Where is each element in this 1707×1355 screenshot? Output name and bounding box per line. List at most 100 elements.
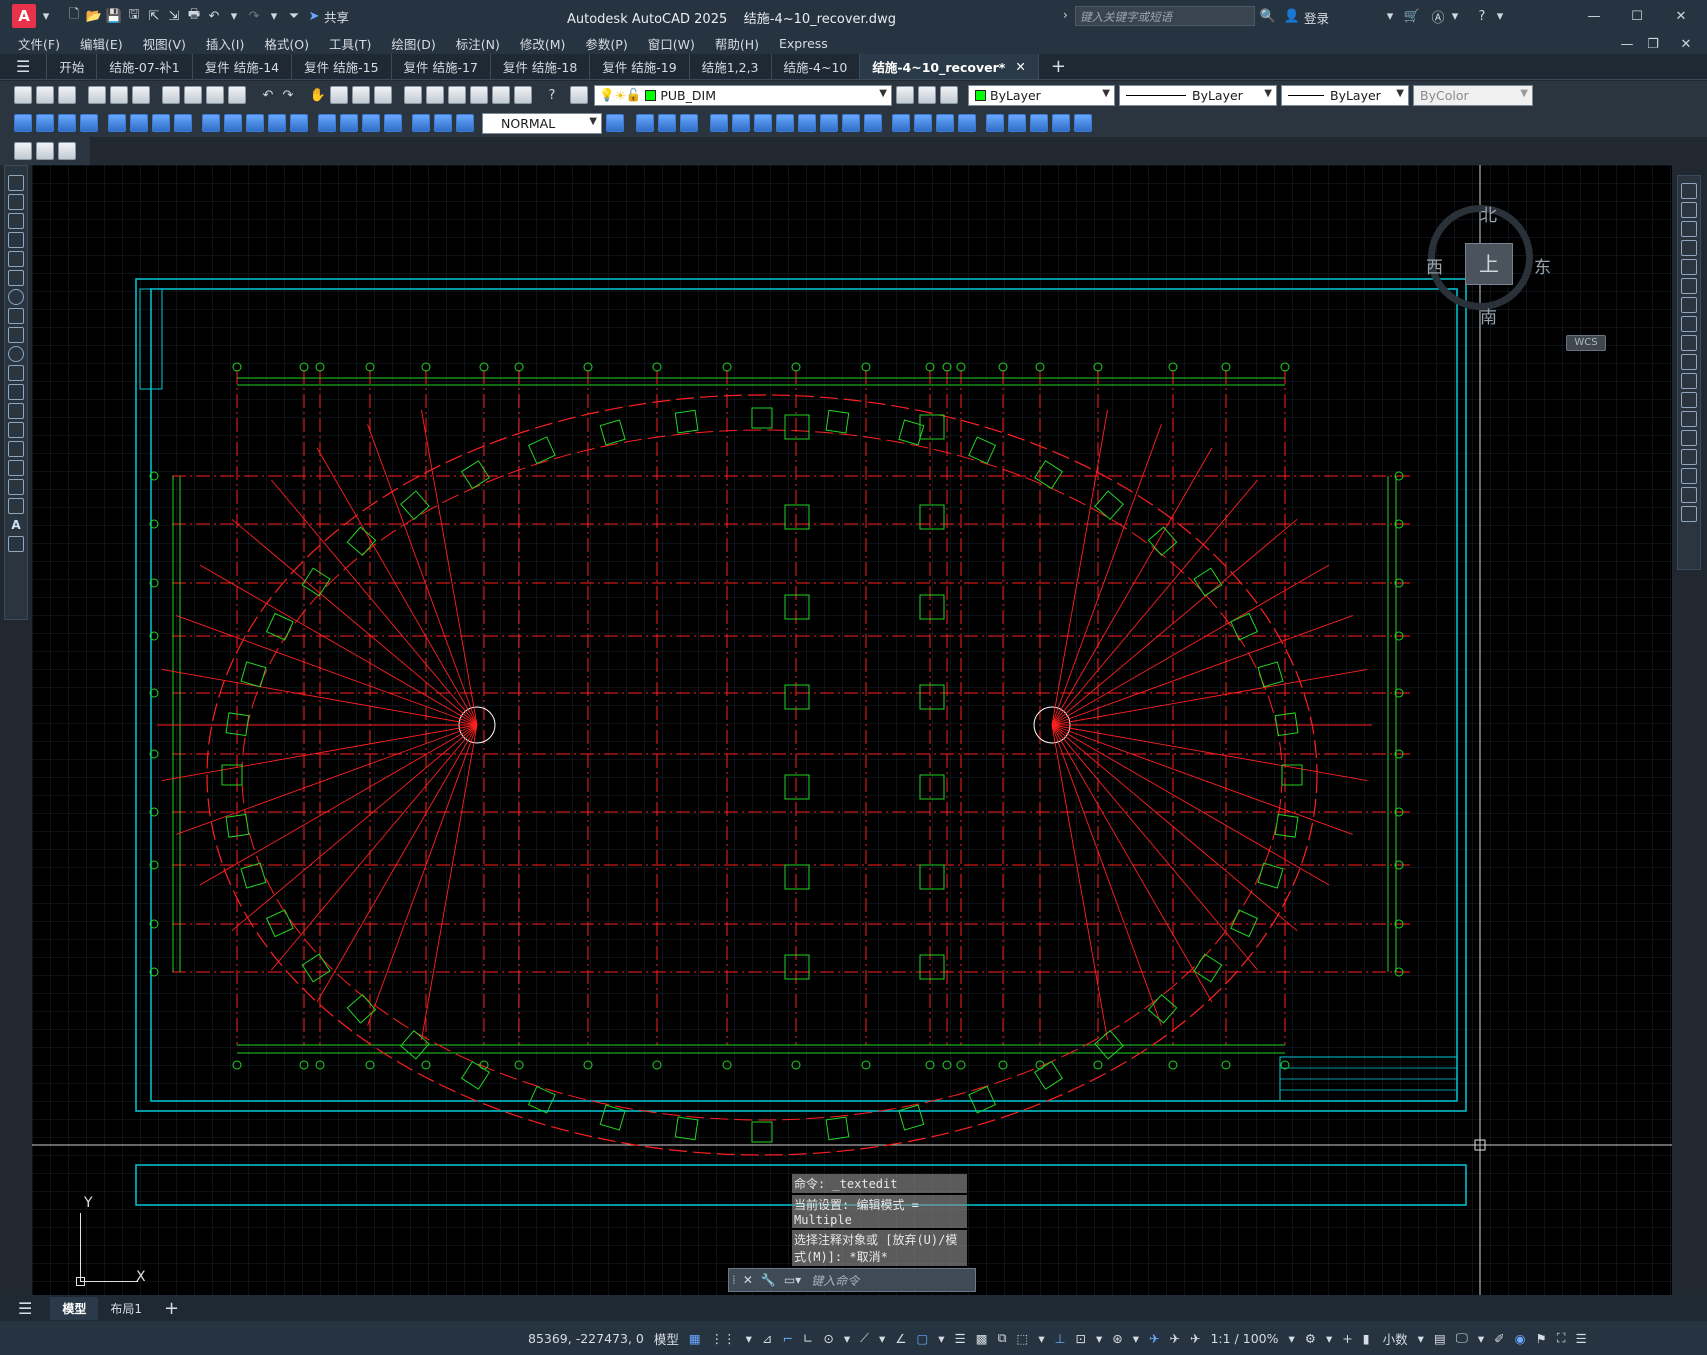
web-open-icon[interactable]: ⇱ (144, 6, 164, 26)
customize-icon[interactable]: ⏷ (284, 6, 304, 26)
menu-edit[interactable]: 编辑(E) (70, 34, 133, 53)
explode-icon[interactable] (1681, 506, 1697, 522)
paste-icon[interactable] (206, 86, 224, 104)
stretch-icon[interactable] (1681, 335, 1697, 351)
jogged-linear-icon[interactable] (384, 114, 402, 132)
tab-layout1[interactable]: 布局1 (98, 1297, 154, 1320)
break-icon[interactable] (1681, 411, 1697, 427)
infer-constraints-icon[interactable]: ⊿ (762, 1331, 772, 1346)
insert-icon[interactable] (8, 384, 24, 400)
dim-update-icon[interactable] (456, 114, 474, 132)
construction-line-icon[interactable] (8, 194, 24, 210)
compass-north[interactable]: 北 (1480, 201, 1497, 226)
chevron-down-icon[interactable]: ▾ (36, 6, 56, 26)
ordinate-dim-icon[interactable] (80, 114, 98, 132)
dim-style-icon[interactable] (606, 114, 624, 132)
object-snap-icon[interactable]: ▢ (916, 1331, 928, 1346)
plot-icon[interactable] (88, 86, 106, 104)
object-snap-tracking-icon[interactable]: ∠ (895, 1331, 906, 1346)
lock-icon[interactable]: 🔓 (626, 87, 642, 103)
chevron-down-icon[interactable]: ▾ (1490, 6, 1510, 26)
lock-ui-icon[interactable]: 🖵 (1456, 1330, 1468, 1346)
open-icon[interactable] (36, 86, 54, 104)
coordinates-readout[interactable]: 85369, -227473, 0 (528, 1331, 644, 1346)
viewcube[interactable]: 上 北 南 西 东 (1406, 185, 1556, 335)
annotation-visibility-icon[interactable]: ✈ (1149, 1331, 1159, 1346)
lineweight-dropdown[interactable]: ByLayer ▼ (1281, 84, 1409, 106)
rotate-icon[interactable] (842, 114, 860, 132)
erase-icon[interactable] (1681, 183, 1697, 199)
join-icon[interactable] (986, 114, 1004, 132)
jogged-dim-icon[interactable] (130, 114, 148, 132)
viewcube-top-face[interactable]: 上 (1465, 243, 1513, 285)
chevron-down-icon[interactable]: ▾ (844, 1331, 850, 1346)
tab-file[interactable]: 复件 结施-15 (292, 54, 392, 79)
tab-file[interactable]: 结施-07-补1 (97, 54, 193, 79)
hatch-icon[interactable] (8, 441, 24, 457)
arc-icon[interactable] (8, 270, 24, 286)
search-icon[interactable]: 🔍 (1258, 6, 1278, 26)
make-block-icon[interactable] (36, 142, 54, 160)
send-back-icon[interactable] (658, 114, 676, 132)
chevron-down-icon[interactable]: ▾ (1478, 1331, 1484, 1346)
doc-minimize-icon[interactable]: — (1617, 34, 1637, 54)
fillet-icon[interactable] (1030, 114, 1048, 132)
scale-icon[interactable] (1681, 316, 1697, 332)
print-icon[interactable]: 🖶 (184, 6, 204, 26)
join-icon[interactable] (1681, 430, 1697, 446)
offset-icon[interactable] (1681, 240, 1697, 256)
new-layout-button[interactable]: + (154, 1298, 189, 1319)
help-icon[interactable]: ? (1472, 6, 1492, 26)
undo-icon[interactable]: ↶ (204, 6, 224, 26)
lightbulb-icon[interactable]: 💡 (599, 87, 615, 103)
menu-file[interactable]: 文件(F) (0, 34, 70, 53)
menu-window[interactable]: 窗口(W) (638, 34, 705, 53)
chevron-down-icon[interactable]: ▾ (879, 1331, 885, 1346)
new-tab-button[interactable]: + (1039, 54, 1078, 79)
customization-icon[interactable]: ☰ (1575, 1331, 1586, 1346)
ortho-icon[interactable]: ∟ (803, 1331, 813, 1346)
model-space-button[interactable]: 模型 (654, 1329, 679, 1348)
line-icon[interactable] (8, 175, 24, 191)
gizmo-icon[interactable]: ⊛ (1112, 1331, 1122, 1346)
menu-draw[interactable]: 绘图(D) (381, 34, 445, 53)
revision-cloud-icon[interactable] (8, 308, 24, 324)
save-icon[interactable] (58, 86, 76, 104)
trim-icon[interactable] (1681, 354, 1697, 370)
open-folder-icon[interactable]: 📂 (84, 6, 104, 26)
plotstyle-dropdown[interactable]: ByColor ▼ (1413, 84, 1533, 106)
hamburger-menu-icon[interactable]: ☰ (18, 1299, 32, 1318)
bring-above-icon[interactable] (680, 114, 698, 132)
color-dropdown[interactable]: ByLayer ▼ (968, 84, 1115, 106)
units-dropdown[interactable]: 小数 (1383, 1329, 1408, 1348)
doc-restore-icon[interactable]: ❐ (1643, 34, 1663, 54)
doc-close-icon[interactable]: ✕ (1676, 34, 1696, 54)
rotate-icon[interactable] (1681, 297, 1697, 313)
tab-file[interactable]: 复件 结施-19 (590, 54, 690, 79)
copy-icon[interactable] (1681, 202, 1697, 218)
chevron-down-icon[interactable]: ▾ (1418, 1331, 1424, 1346)
fillet-icon[interactable] (1681, 468, 1697, 484)
offset-icon[interactable] (776, 114, 794, 132)
cut-icon[interactable] (162, 86, 180, 104)
compass-west[interactable]: 西 (1426, 253, 1443, 278)
insert-block-icon[interactable] (14, 142, 32, 160)
point-icon[interactable] (8, 422, 24, 438)
baseline-dim-icon[interactable] (224, 114, 242, 132)
tab-active-file[interactable]: 结施-4~10_recover* ✕ (860, 54, 1039, 79)
quick-dim-icon[interactable] (202, 114, 220, 132)
attribute-icon[interactable] (58, 142, 76, 160)
dim-text-edit-icon[interactable] (434, 114, 452, 132)
radius-dim-icon[interactable] (108, 114, 126, 132)
tab-file[interactable]: 结施1,2,3 (690, 54, 772, 79)
compass-south[interactable]: 南 (1480, 303, 1497, 328)
dim-edit-icon[interactable] (412, 114, 430, 132)
help-icon[interactable]: ? (542, 85, 562, 105)
qnew-icon[interactable] (14, 86, 32, 104)
dim-space-icon[interactable] (268, 114, 286, 132)
diameter-dim-icon[interactable] (152, 114, 170, 132)
polyline-icon[interactable] (8, 213, 24, 229)
wrench-icon[interactable]: 🔧 (761, 1273, 776, 1287)
layer-dropdown[interactable]: 💡 ☀ 🔓 PUB_DIM ▼ (594, 84, 892, 106)
copy-object-icon[interactable] (732, 114, 750, 132)
